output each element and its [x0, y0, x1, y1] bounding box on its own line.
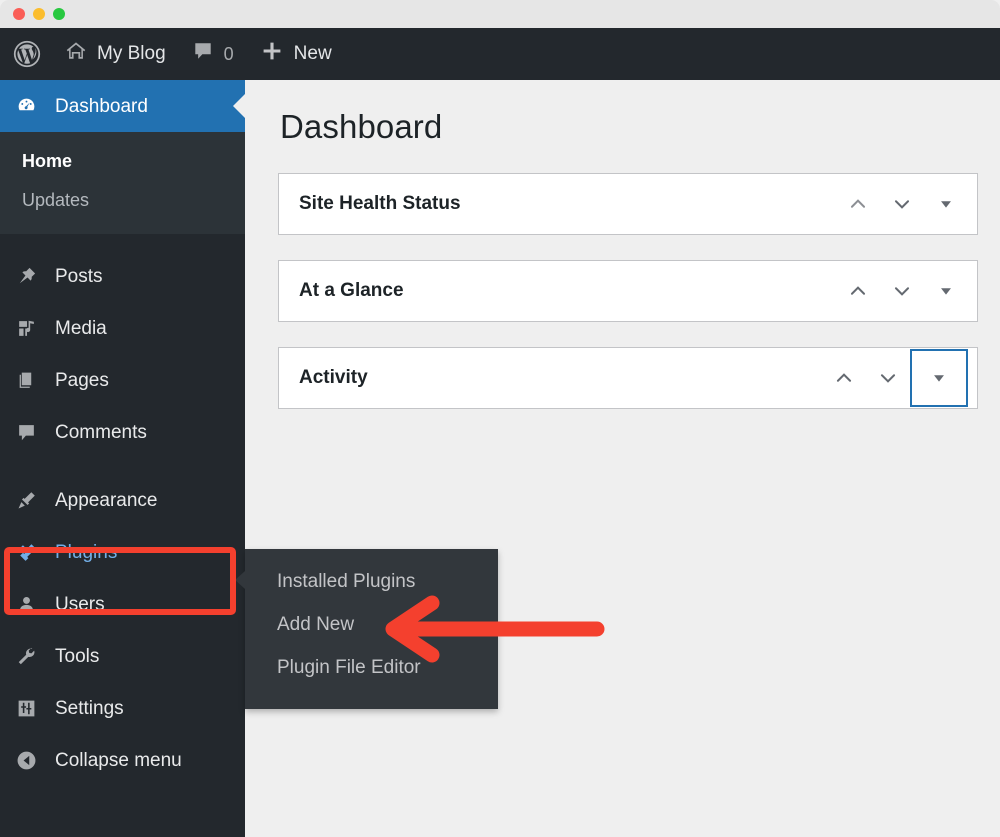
- menu-separator-2: [0, 458, 245, 474]
- panel-title: Site Health Status: [279, 193, 837, 215]
- order-up-icon[interactable]: [823, 357, 865, 399]
- sidebar-subitem-home[interactable]: Home: [0, 142, 245, 181]
- dashboard-icon: [13, 96, 39, 117]
- sidebar-item-dashboard[interactable]: Dashboard: [0, 80, 245, 132]
- sidebar-item-label: Comments: [55, 423, 147, 442]
- sidebar-item-comments[interactable]: Comments: [0, 406, 245, 458]
- sidebar-item-collapse-menu[interactable]: Collapse menu: [0, 734, 245, 786]
- sliders-icon: [13, 698, 39, 719]
- panel-at-a-glance: At a Glance: [278, 260, 978, 322]
- sidebar-item-label: Dashboard: [55, 97, 148, 116]
- sidebar-item-label: Settings: [55, 699, 124, 718]
- wordpress-logo-icon: [12, 39, 42, 69]
- maximize-window-button[interactable]: [53, 8, 65, 20]
- toggle-panel-icon[interactable]: [925, 270, 967, 312]
- flyout-item-add-new[interactable]: Add New: [245, 604, 498, 647]
- site-name-label: My Blog: [97, 43, 166, 65]
- panel-controls: [837, 174, 977, 234]
- panel-site-health-status: Site Health Status: [278, 173, 978, 235]
- panel-title: Activity: [279, 367, 823, 389]
- order-up-icon[interactable]: [837, 183, 879, 225]
- traffic-light-buttons: [13, 8, 65, 20]
- dashboard-submenu: Home Updates: [0, 132, 245, 234]
- sidebar-item-pages[interactable]: Pages: [0, 354, 245, 406]
- sidebar-subitem-updates[interactable]: Updates: [0, 181, 245, 220]
- user-icon: [13, 594, 39, 615]
- plus-icon: [260, 39, 284, 69]
- page-title: Dashboard: [280, 108, 978, 146]
- sidebar-item-label: Tools: [55, 647, 99, 666]
- new-label: New: [294, 43, 332, 65]
- sidebar-item-media[interactable]: Media: [0, 302, 245, 354]
- sidebar-item-posts[interactable]: Posts: [0, 250, 245, 302]
- paintbrush-icon: [13, 490, 39, 511]
- sidebar-item-users[interactable]: Users: [0, 578, 245, 630]
- flyout-item-installed-plugins[interactable]: Installed Plugins: [245, 561, 498, 604]
- sidebar-item-label: Pages: [55, 371, 109, 390]
- order-down-icon[interactable]: [881, 183, 923, 225]
- order-down-icon[interactable]: [881, 270, 923, 312]
- collapse-arrow-icon: [13, 750, 39, 771]
- sidebar-item-label: Appearance: [55, 491, 157, 510]
- toggle-panel-icon[interactable]: [911, 350, 967, 406]
- menu-separator-1: [0, 234, 245, 250]
- sidebar-item-label: Users: [55, 595, 105, 614]
- sidebar-item-label: Plugins: [55, 543, 117, 562]
- wp-logo-menu[interactable]: [0, 28, 52, 80]
- wp-admin-bar: My Blog 0 New: [0, 28, 1000, 80]
- pin-icon: [13, 266, 39, 287]
- dashboard-content: Dashboard Site Health Status At a Glance: [245, 80, 1000, 837]
- new-content-menu[interactable]: New: [247, 28, 345, 80]
- window-titlebar: [0, 0, 1000, 28]
- panel-title: At a Glance: [279, 280, 837, 302]
- site-name-menu[interactable]: My Blog: [52, 28, 179, 80]
- sidebar-item-label: Collapse menu: [55, 751, 182, 770]
- comment-bubble-icon: [192, 40, 214, 68]
- close-window-button[interactable]: [13, 8, 25, 20]
- plugins-flyout-submenu: Installed Plugins Add New Plugin File Ed…: [245, 549, 498, 709]
- sidebar-item-tools[interactable]: Tools: [0, 630, 245, 682]
- panel-activity: Activity: [278, 347, 978, 409]
- toggle-panel-icon[interactable]: [925, 183, 967, 225]
- minimize-window-button[interactable]: [33, 8, 45, 20]
- order-down-icon[interactable]: [867, 357, 909, 399]
- comments-count: 0: [224, 44, 234, 65]
- sidebar-item-label: Media: [55, 319, 107, 338]
- panel-controls: [837, 261, 977, 321]
- sidebar-item-appearance[interactable]: Appearance: [0, 474, 245, 526]
- flyout-item-plugin-file-editor[interactable]: Plugin File Editor: [245, 647, 498, 690]
- sidebar-item-label: Posts: [55, 267, 103, 286]
- panel-controls: [823, 348, 977, 408]
- media-icon: [13, 318, 39, 339]
- pages-icon: [13, 370, 39, 391]
- sidebar-item-settings[interactable]: Settings: [0, 682, 245, 734]
- wrench-icon: [13, 646, 39, 667]
- sidebar-item-plugins[interactable]: Plugins: [0, 526, 245, 578]
- comment-bubble-icon: [13, 422, 39, 443]
- comments-menu[interactable]: 0: [179, 28, 247, 80]
- admin-sidebar-menu: Dashboard Home Updates Posts Media Pages: [0, 80, 245, 837]
- plug-icon: [13, 542, 39, 563]
- home-icon: [65, 40, 87, 68]
- wordpress-admin-window: My Blog 0 New Dashboard Home Updates: [0, 0, 1000, 837]
- order-up-icon[interactable]: [837, 270, 879, 312]
